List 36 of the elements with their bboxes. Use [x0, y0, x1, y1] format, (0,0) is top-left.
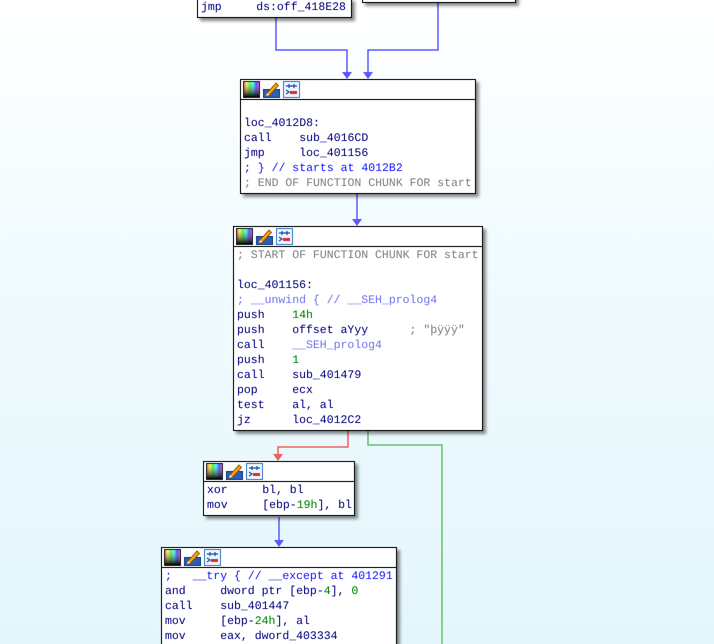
instruction-line: and dword ptr [ebp-4], 0 [165, 584, 358, 599]
comment-line: ; __try { // __except at 401291 [165, 569, 393, 584]
color-palette-icon[interactable] [206, 463, 223, 480]
color-palette-icon[interactable] [236, 228, 253, 245]
pencil-icon[interactable] [256, 228, 273, 245]
label-line: loc_401156: [237, 278, 313, 293]
pencil-icon[interactable] [226, 463, 243, 480]
graph-view-icon[interactable] [204, 549, 221, 566]
instruction-line: push 1 [237, 353, 300, 368]
comment-line: ; END OF FUNCTION CHUNK FOR start [244, 176, 472, 191]
instruction-line: xor bl, bl [207, 483, 304, 498]
comment-line: ; START OF FUNCTION CHUNK FOR start [237, 248, 479, 263]
instruction-line: call __SEH_prolog4 [237, 338, 382, 353]
instruction-line: mov eax, dword_403334 [165, 629, 338, 644]
instruction-line: jmp loc_401156 [244, 146, 368, 161]
instruction-line: jz loc_4012C2 [237, 413, 362, 428]
comment-line: ; } // starts at 4012B2 [244, 161, 403, 176]
instruction-line: mov [ebp-24h], al [165, 614, 310, 629]
label-line: loc_4012D8: [244, 116, 320, 131]
graph-view-icon[interactable] [276, 228, 293, 245]
pencil-icon[interactable] [184, 549, 201, 566]
instruction-line: push 14h [237, 308, 313, 323]
instruction-line: call sub_4016CD [244, 131, 368, 146]
instruction-line: pop ecx [237, 383, 313, 398]
instruction-line: mov [ebp-19h], bl [207, 498, 352, 513]
color-palette-icon[interactable] [164, 549, 181, 566]
instruction-line: test al, al [237, 398, 334, 413]
graph-view-icon[interactable] [246, 463, 263, 480]
pencil-icon[interactable] [263, 81, 280, 98]
instruction-line: push offset aYyy ; "þÿÿÿ" [237, 323, 465, 338]
instruction-line: call sub_401447 [165, 599, 290, 614]
instruction-line: jmp ds:off_418E28 [201, 0, 346, 15]
instruction-line: call sub_401479 [237, 368, 362, 383]
graph-view-icon[interactable] [283, 81, 300, 98]
comment-line: ; __unwind { // __SEH_prolog4 [237, 293, 438, 308]
color-palette-icon[interactable] [243, 81, 260, 98]
